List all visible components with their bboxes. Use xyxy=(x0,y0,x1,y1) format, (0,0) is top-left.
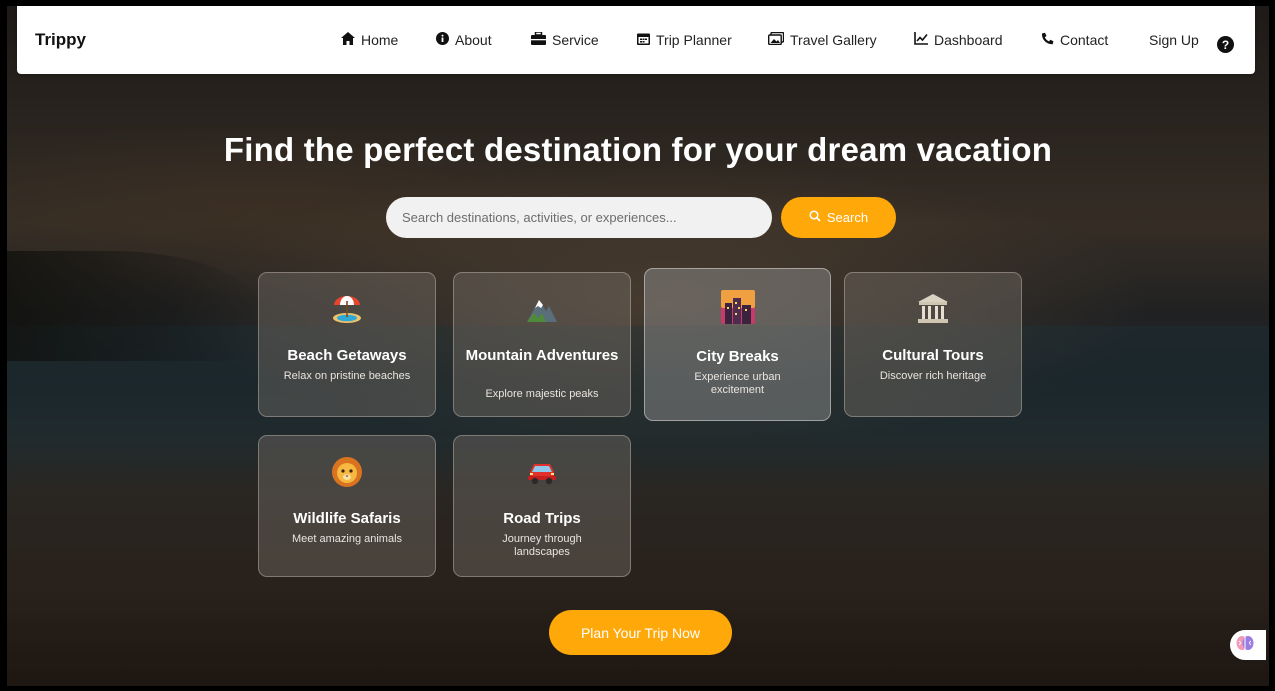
category-card-wildlife[interactable]: Wildlife Safaris Meet amazing animals xyxy=(258,435,436,577)
brain-icon xyxy=(1236,635,1254,656)
search-icon xyxy=(809,210,821,225)
toolbox-icon xyxy=(531,31,546,48)
card-title: Wildlife Safaris xyxy=(293,510,401,527)
navbar: Trippy Home About Service Trip Planner T… xyxy=(17,6,1255,74)
card-title: City Breaks xyxy=(696,348,779,365)
ai-assistant-button[interactable] xyxy=(1230,630,1266,660)
info-icon xyxy=(436,32,449,48)
card-description: Relax on pristine beaches xyxy=(283,370,411,382)
mountain-icon xyxy=(454,291,630,327)
nav-label: Dashboard xyxy=(934,32,1003,48)
card-description: Journey through landscapes xyxy=(502,533,582,558)
cityscape-icon xyxy=(645,289,830,325)
card-title: Mountain Adventures xyxy=(465,347,619,364)
category-card-beach[interactable]: Beach Getaways Relax on pristine beaches xyxy=(258,272,436,417)
help-icon[interactable]: ? xyxy=(1217,36,1234,53)
nav-label: Home xyxy=(361,32,399,48)
category-card-mountain[interactable]: Mountain Adventures Explore majestic pea… xyxy=(453,272,631,417)
nav-label: Service xyxy=(552,32,599,48)
card-description: Meet amazing animals xyxy=(291,533,403,545)
search-button[interactable]: Search xyxy=(781,197,896,238)
nav-trip-planner[interactable]: Trip Planner xyxy=(637,6,732,74)
search-button-label: Search xyxy=(826,210,869,225)
card-description: Discover rich heritage xyxy=(879,370,987,382)
calendar-icon xyxy=(637,32,650,48)
nav-label: Contact xyxy=(1060,32,1109,48)
nav-label: Travel Gallery xyxy=(790,32,877,48)
classical-building-icon xyxy=(845,291,1021,327)
lion-icon xyxy=(259,454,435,490)
card-title: Cultural Tours xyxy=(882,347,984,364)
category-card-road-trips[interactable]: Road Trips Journey through landscapes xyxy=(453,435,631,577)
brand-logo[interactable]: Trippy xyxy=(35,6,86,74)
card-description: Experience urban excitement xyxy=(694,371,781,396)
nav-about[interactable]: About xyxy=(436,6,492,74)
nav-label: About xyxy=(455,32,492,48)
phone-icon xyxy=(1041,32,1054,48)
nav-label: Sign Up xyxy=(1149,32,1199,48)
card-title: Beach Getaways xyxy=(287,347,407,364)
hero-title: Find the perfect destination for your dr… xyxy=(223,131,1053,168)
card-title: Road Trips xyxy=(503,510,581,527)
app-frame: Trippy Home About Service Trip Planner T… xyxy=(7,6,1269,686)
category-card-cultural[interactable]: Cultural Tours Discover rich heritage xyxy=(844,272,1022,417)
search-input[interactable] xyxy=(386,197,772,238)
nav-contact[interactable]: Contact xyxy=(1041,6,1108,74)
chart-line-icon xyxy=(914,32,928,48)
nav-travel-gallery[interactable]: Travel Gallery xyxy=(767,6,877,74)
background-overlay xyxy=(7,6,1269,686)
nav-service[interactable]: Service xyxy=(531,6,599,74)
hero-background xyxy=(7,6,1269,686)
car-icon xyxy=(454,454,630,490)
images-icon xyxy=(767,31,785,48)
nav-label: Trip Planner xyxy=(656,32,732,48)
category-card-city[interactable]: City Breaks Experience urban excitement xyxy=(644,268,831,421)
home-icon xyxy=(341,32,355,48)
beach-umbrella-icon xyxy=(259,291,435,327)
nav-home[interactable]: Home xyxy=(341,6,398,74)
plan-trip-button[interactable]: Plan Your Trip Now xyxy=(549,610,732,655)
card-description: Explore majestic peaks xyxy=(485,388,599,400)
nav-sign-up[interactable]: Sign Up xyxy=(1149,6,1199,74)
nav-dashboard[interactable]: Dashboard xyxy=(914,6,1003,74)
